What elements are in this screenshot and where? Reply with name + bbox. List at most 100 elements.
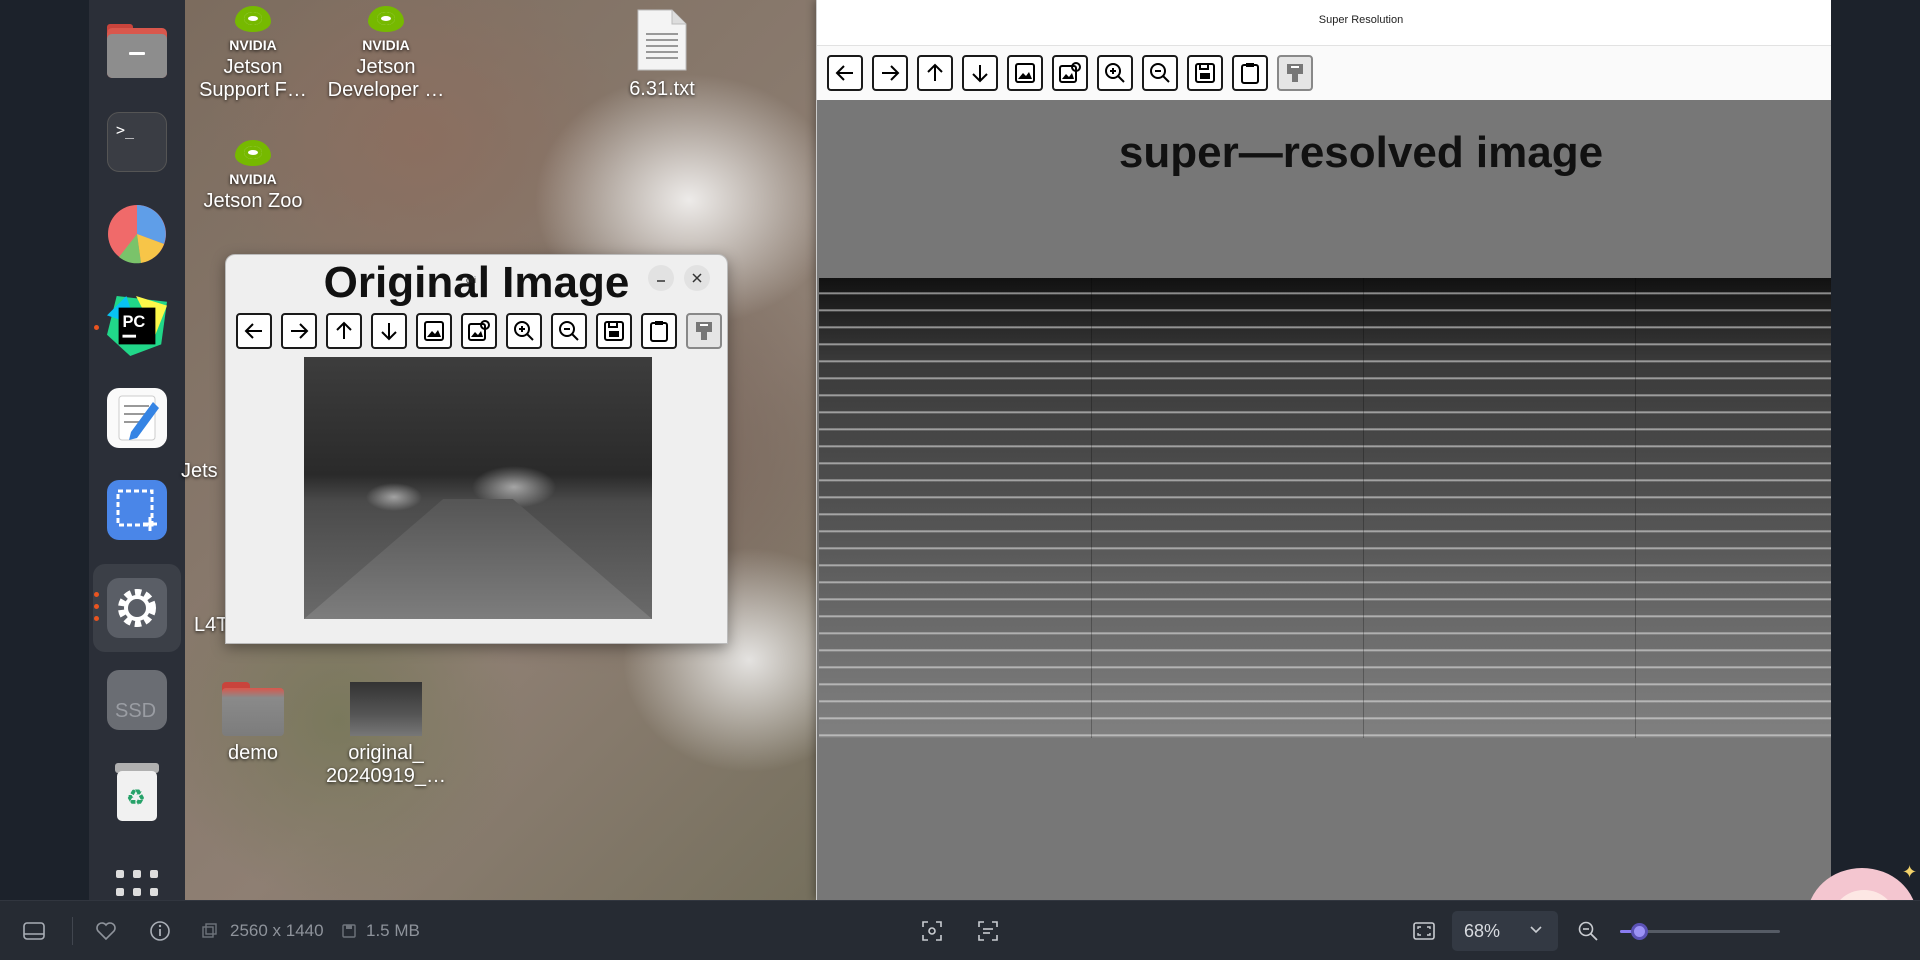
image-edit-button[interactable] (461, 313, 497, 349)
svg-text:PC: PC (122, 313, 145, 331)
desktop-icon-label: demo (227, 742, 279, 764)
zoom-in-button[interactable] (1097, 55, 1133, 91)
save-button[interactable] (596, 313, 632, 349)
window-title: ori (466, 275, 477, 285)
zoom-out-icon[interactable] (1576, 919, 1600, 943)
image-button[interactable] (416, 313, 452, 349)
window-titlebar[interactable]: Original Image ori (226, 255, 727, 307)
zoom-level-value: 68% (1464, 921, 1501, 941)
folder-icon (222, 682, 284, 736)
arrow-left-icon (244, 323, 262, 339)
sidebar-toggle-icon[interactable] (22, 919, 46, 943)
image-viewer-canvas: >_ PC SSD ♻ NVIDIA Jetson Support F… NVI… (0, 0, 1920, 900)
zoom-slider[interactable] (1620, 923, 1780, 940)
nvidia-logo-icon: NVIDIA (358, 6, 414, 53)
desktop-icon-jetson-developer[interactable]: NVIDIA Jetson Developer … (321, 6, 451, 102)
text-file-icon (637, 9, 687, 71)
screenshot-image: >_ PC SSD ♻ NVIDIA Jetson Support F… NVI… (89, 0, 1831, 900)
plot-canvas: super—resolved image (817, 100, 1831, 900)
trash-icon[interactable]: ♻ (107, 762, 167, 822)
zoom-level-dropdown[interactable]: 68% (1452, 911, 1558, 951)
screenshot-tool-icon[interactable] (107, 480, 167, 540)
text-recognition-icon[interactable] (976, 919, 1000, 943)
text-editor-icon[interactable] (107, 388, 167, 448)
forward-button[interactable] (281, 313, 317, 349)
divider (72, 917, 73, 945)
clipboard-button[interactable] (1232, 55, 1268, 91)
zoom-slider-handle[interactable] (1631, 923, 1649, 940)
close-button[interactable] (684, 265, 710, 291)
disk-usage-icon[interactable] (107, 204, 167, 264)
up-button[interactable] (917, 55, 953, 91)
pycharm-icon[interactable]: PC (107, 296, 167, 356)
zoom-out-button[interactable] (1142, 55, 1178, 91)
fit-window-icon[interactable] (1412, 919, 1436, 943)
dimensions-icon (200, 919, 218, 943)
file-size: 1.5 MB (366, 921, 420, 940)
ssd-drive-icon[interactable]: SSD (107, 670, 167, 730)
svg-text:✦: ✦ (1902, 862, 1917, 883)
original-image-window[interactable]: Original Image ori (225, 254, 728, 644)
arrow-down-icon (972, 65, 988, 83)
window-title: Super Resolution (1318, 14, 1404, 26)
favorite-heart-icon[interactable] (94, 919, 118, 943)
zoom-out-icon (1150, 63, 1170, 83)
desktop-icon-label: Jetson Zoo (203, 190, 303, 212)
anime-sticker-image: ✦ (1782, 848, 1920, 900)
desktop-icon-demo[interactable]: demo (188, 682, 318, 765)
save-icon (604, 321, 624, 341)
super-resolution-window[interactable]: Super Resolution super—resolved image (816, 0, 1831, 900)
settings-button[interactable] (1277, 55, 1313, 91)
desktop-icon-text-file[interactable]: 6.31.txt (597, 8, 727, 101)
back-button[interactable] (827, 55, 863, 91)
clipboard-icon (650, 321, 668, 342)
desktop-icon-original-image[interactable]: original_ 20240919_… (321, 682, 451, 788)
arrow-right-icon (882, 65, 900, 81)
forward-button[interactable] (872, 55, 908, 91)
terminal-prompt: >_ (116, 121, 135, 139)
desktop-icon-label: Jetson Developer … (327, 56, 445, 101)
app-grid-icon[interactable] (107, 856, 167, 900)
save-button[interactable] (1187, 55, 1223, 91)
minimize-button[interactable] (648, 265, 674, 291)
window-titlebar[interactable]: Super Resolution (817, 0, 1831, 46)
running-indicator (94, 604, 99, 609)
zoom-in-button[interactable] (506, 313, 542, 349)
arrow-right-icon (291, 323, 309, 339)
configure-icon (1287, 64, 1303, 82)
viewer-statusbar: 2560 x 1440 1.5 MB 68% (0, 900, 1920, 960)
desktop-icon-label: 6.31.txt (629, 78, 695, 100)
close-icon (692, 273, 702, 283)
fit-selection-icon[interactable] (920, 919, 944, 943)
desktop-icon-jetson-zoo[interactable]: NVIDIA Jetson Zoo (188, 140, 318, 213)
chevron-down-icon (1530, 926, 1542, 934)
settings-gear-icon[interactable] (107, 578, 167, 638)
image-dimensions: 2560 x 1440 (230, 921, 324, 940)
settings-button[interactable] (686, 313, 722, 349)
desktop-icon-partial[interactable]: Jets (181, 460, 221, 483)
image-edit-button[interactable] (1052, 55, 1088, 91)
image-edit-icon (1059, 62, 1081, 83)
clipboard-button[interactable] (641, 313, 677, 349)
super-resolved-image-display (819, 278, 1831, 738)
files-icon[interactable] (107, 20, 167, 80)
desktop-icon-label: Jetson Support F… (199, 56, 307, 101)
info-icon[interactable] (148, 919, 172, 943)
down-button[interactable] (962, 55, 998, 91)
minimize-icon (657, 280, 665, 282)
up-button[interactable] (326, 313, 362, 349)
arrow-left-icon (835, 65, 853, 81)
minimize-icon[interactable] (1829, 17, 1831, 31)
down-button[interactable] (371, 313, 407, 349)
back-button[interactable] (236, 313, 272, 349)
running-indicator (94, 592, 99, 597)
original-image-display (304, 357, 652, 619)
image-button[interactable] (1007, 55, 1043, 91)
desktop-icon-jetson-support[interactable]: NVIDIA Jetson Support F… (188, 6, 318, 102)
zoom-out-button[interactable] (551, 313, 587, 349)
terminal-icon[interactable]: >_ (107, 112, 167, 172)
zoom-out-icon (559, 321, 579, 341)
zoom-in-icon (514, 321, 534, 341)
file-size-icon (340, 919, 358, 943)
image-edit-icon (468, 320, 490, 341)
